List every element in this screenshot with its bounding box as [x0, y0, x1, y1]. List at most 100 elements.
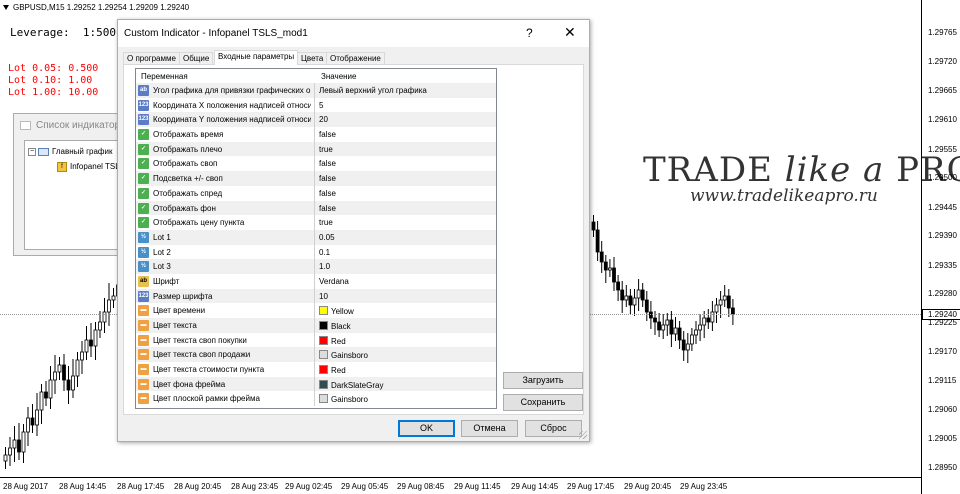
double-type-icon: ½	[138, 231, 149, 243]
save-button[interactable]: Сохранить	[503, 394, 583, 411]
chart-window-icon	[38, 147, 49, 156]
candle-body	[632, 297, 637, 306]
parameter-row[interactable]: ½ Lot 2 0.1	[136, 244, 496, 260]
candle-body	[599, 251, 604, 263]
price-tick-label: 1.29060	[928, 405, 957, 414]
time-tick-label: 29 Aug 14:45	[511, 482, 559, 491]
column-divider	[314, 318, 315, 333]
parameter-row[interactable]: ✓ Отображать цену пункта true	[136, 215, 496, 230]
tree-node-main-chart[interactable]: − Главный график	[28, 147, 112, 156]
parameter-value[interactable]: Verdana	[319, 277, 349, 286]
parameter-row[interactable]: ½ Lot 3 1.0	[136, 259, 496, 274]
parameter-value[interactable]: Gainsboro	[319, 394, 368, 404]
time-tick-label: 29 Aug 05:45	[341, 482, 389, 491]
parameter-row[interactable]: ▬ Цвет текста своп покупки Red	[136, 332, 496, 348]
parameter-value[interactable]: true	[319, 218, 333, 227]
dialog-titlebar[interactable]: Custom Indicator - Infopanel TSLS_mod1 ?…	[118, 20, 589, 47]
parameter-row[interactable]: ✓ Отображать своп false	[136, 156, 496, 172]
parameter-value[interactable]: 10	[319, 292, 328, 301]
tab-common[interactable]: Общие	[179, 52, 214, 64]
collapse-icon[interactable]: −	[28, 147, 36, 156]
window-app-icon	[20, 121, 31, 130]
indicators-tree[interactable]: − Главный график f Infopanel TSLS_mod1	[24, 140, 149, 250]
parameter-name: Отображать цену пункта	[153, 218, 245, 228]
candle-body	[57, 364, 62, 373]
price-tick-label: 1.29445	[928, 203, 957, 212]
parameter-value[interactable]: false	[319, 159, 336, 168]
parameter-value[interactable]: Red	[319, 365, 346, 375]
time-tick-label: 29 Aug 20:45	[624, 482, 672, 491]
column-divider	[314, 127, 315, 142]
tab-colors[interactable]: Цвета	[297, 52, 328, 64]
parameter-name: Цвет фона фрейма	[153, 379, 226, 389]
candle-body	[657, 321, 661, 331]
parameter-value[interactable]: 1.0	[319, 262, 330, 271]
parameter-value-text: Gainsboro	[331, 351, 368, 361]
color-swatch	[319, 394, 328, 404]
parameter-value-text: Red	[331, 366, 346, 376]
parameter-row[interactable]: 123 Координата Y положения надписей относ…	[136, 112, 496, 128]
price-axis[interactable]: 1.29765 1.29720 1.29665 1.29610 1.29555 …	[921, 0, 960, 494]
parameter-name: Цвет текста	[153, 321, 197, 330]
tab-about[interactable]: О программе	[123, 52, 180, 64]
parameter-value[interactable]: false	[319, 174, 336, 183]
parameter-row[interactable]: ✓ Подсветка +/- своп false	[136, 171, 496, 186]
tab-visualization[interactable]: Отображение	[326, 52, 385, 64]
candle-body	[75, 359, 80, 377]
time-tick-label: 29 Aug 23:45	[680, 482, 728, 491]
parameter-value[interactable]: false	[319, 189, 336, 198]
parameter-value[interactable]: Yellow	[319, 306, 354, 316]
parameter-row[interactable]: ab Угол графика для привязки графических …	[136, 83, 496, 98]
time-axis[interactable]: 28 Aug 2017 28 Aug 14:45 28 Aug 17:45 28…	[0, 477, 921, 494]
parameter-row[interactable]: ½ Lot 1 0.05	[136, 229, 496, 245]
parameter-value[interactable]: Red	[319, 335, 346, 346]
parameter-value-text: Gainsboro	[331, 395, 368, 405]
load-button[interactable]: Загрузить	[503, 372, 583, 389]
column-header-value[interactable]: Значение	[321, 72, 356, 81]
parameter-row[interactable]: ab Шрифт Verdana	[136, 273, 496, 289]
parameter-row[interactable]: ▬ Цвет текста своп продажи Gainsboro	[136, 347, 496, 363]
parameter-value[interactable]: 5	[319, 101, 323, 110]
parameter-name: Отображать спред	[153, 188, 223, 198]
color-swatch	[319, 335, 328, 345]
column-divider	[314, 215, 315, 230]
parameter-value[interactable]: false	[319, 130, 336, 139]
column-header-variable[interactable]: Переменная	[141, 72, 188, 81]
parameter-value[interactable]: false	[319, 204, 336, 213]
custom-indicator-dialog[interactable]: Custom Indicator - Infopanel TSLS_mod1 ?…	[117, 19, 590, 442]
parameter-row[interactable]: ▬ Цвет текста стоимости пункта Red	[136, 362, 496, 377]
indicators-list-window[interactable]: Список индикаторов − Главный график f Info…	[13, 113, 149, 256]
reset-button[interactable]: Сброс	[525, 420, 582, 437]
parameter-value[interactable]: 20	[319, 115, 328, 124]
parameter-value[interactable]: Gainsboro	[319, 350, 368, 360]
help-icon[interactable]: ?	[526, 26, 533, 40]
parameter-value[interactable]: DarkSlateGray	[319, 379, 383, 390]
color-swatch	[319, 350, 328, 360]
close-icon[interactable]: ✕	[564, 24, 576, 41]
parameter-value[interactable]: 0.05	[319, 233, 335, 242]
ok-button[interactable]: OK	[398, 420, 455, 437]
parameter-value[interactable]: 0.1	[319, 248, 330, 257]
candle-body	[714, 304, 719, 313]
parameters-grid[interactable]: Переменная Значение ab Угол графика для п…	[135, 68, 497, 409]
lot-values: Lot 0.05: 0.500 Lot 0.10: 1.00 Lot 1.00: 1…	[8, 63, 98, 99]
parameter-row[interactable]: ▬ Цвет текста Black	[136, 318, 496, 333]
parameter-value[interactable]: true	[319, 145, 333, 154]
parameter-row[interactable]: 123 Размер шрифта 10	[136, 288, 496, 304]
indicators-window-titlebar[interactable]: Список индикаторов	[14, 114, 122, 138]
candle-body	[726, 295, 731, 309]
parameter-value[interactable]: Левый верхний угол графика	[319, 86, 427, 95]
tab-inputs[interactable]: Входные параметры	[214, 50, 299, 65]
parameter-row[interactable]: ▬ Цвет времени Yellow	[136, 303, 496, 318]
parameter-row[interactable]: ▬ Цвет плоской рамки фрейма Gainsboro	[136, 391, 496, 407]
parameter-row[interactable]: ✓ Отображать плечо true	[136, 141, 496, 157]
parameter-value[interactable]: Black	[319, 321, 351, 331]
parameter-row[interactable]: 123 Координата X положения надписей относ…	[136, 97, 496, 113]
parameter-row[interactable]: ✓ Отображать спред false	[136, 185, 496, 201]
cancel-button[interactable]: Отмена	[461, 420, 518, 437]
parameter-row[interactable]: ✓ Отображать фон false	[136, 200, 496, 216]
parameter-row[interactable]: ▬ Цвет фона фрейма DarkSlateGray	[136, 376, 496, 392]
parameter-value-text: true	[319, 144, 333, 154]
parameter-row[interactable]: ✓ Отображать время false	[136, 127, 496, 142]
resize-grip-icon[interactable]	[579, 431, 587, 439]
